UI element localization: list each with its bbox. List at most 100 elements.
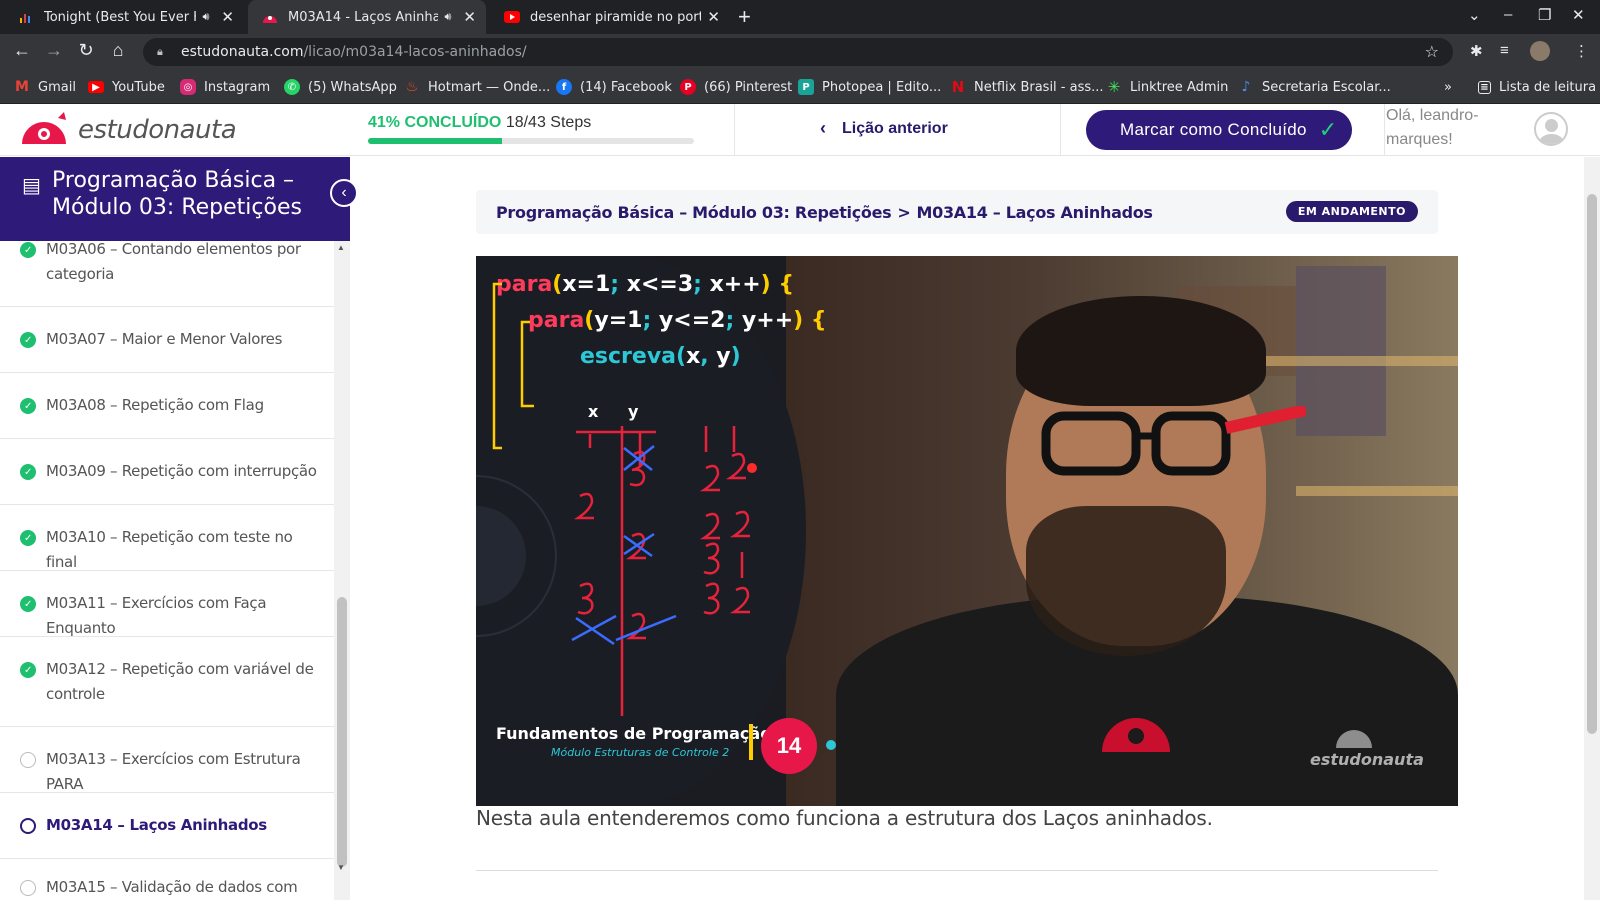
close-window-button[interactable]: ✕ (1572, 6, 1585, 24)
breadcrumb-course-link[interactable]: Programação Básica – Módulo 03: Repetiçõ… (496, 203, 892, 222)
code-token: { (770, 272, 795, 297)
breadcrumb-lesson-link[interactable]: M03A14 – Laços Aninhados (917, 203, 1153, 222)
close-tab-icon[interactable]: ✕ (221, 8, 234, 26)
scroll-up-arrow-icon[interactable]: ▲ (337, 243, 345, 252)
code-token: ( (552, 272, 563, 297)
bookmark-youtube[interactable]: ▶ YouTube (88, 70, 165, 104)
code-token: ; (693, 272, 702, 297)
lesson-item-m03a15[interactable]: M03A15 – Validação de dados com Laço (0, 859, 334, 900)
presenter-glasses (1041, 406, 1306, 476)
bookmarks-overflow-button[interactable]: » (1444, 70, 1452, 104)
bookmark-instagram[interactable]: ◎ Instagram (180, 70, 270, 104)
hotmart-icon: ♨ (405, 79, 419, 95)
lesson-item-m03a12[interactable]: ✓ M03A12 – Repetição com variável de con… (0, 637, 334, 727)
bookmark-facebook[interactable]: f (14) Facebook (556, 70, 672, 104)
logo-text: estudonauta (78, 115, 237, 145)
bookmark-hotmart[interactable]: ♨ Hotmart — Onde... (404, 70, 551, 104)
back-icon[interactable]: ← (10, 40, 34, 61)
collapse-sidebar-button[interactable]: ‹ (330, 179, 358, 207)
completed-check-icon: ✓ (20, 398, 36, 414)
browser-tab-youtube[interactable]: desenhar piramide no portug ✕ (490, 0, 730, 34)
media-control-icon[interactable]: ≡ (1500, 42, 1509, 59)
home-icon[interactable]: ⌂ (106, 40, 130, 61)
code-token: ) (793, 308, 804, 333)
browser-tab-music[interactable]: Tonight (Best You Ever Had 🔊︎ ✕ (4, 0, 244, 34)
forward-icon[interactable]: → (42, 40, 66, 61)
lesson-item-m03a10[interactable]: ✓ M03A10 – Repetição com teste no final (0, 505, 334, 571)
progress-bar (368, 138, 694, 144)
profile-avatar-icon[interactable] (1530, 41, 1550, 61)
close-tab-icon[interactable]: ✕ (463, 8, 476, 26)
watermark-logo-icon (1336, 730, 1372, 748)
reading-list-button[interactable]: ≡ Lista de leitura (1478, 70, 1596, 104)
lesson-item-m03a06[interactable]: ✓ M03A06 – Contando elementos por catego… (0, 241, 334, 307)
lesson-item-m03a14[interactable]: M03A14 – Laços Aninhados (0, 793, 334, 859)
music-bars-icon (18, 9, 34, 25)
speaker-icon[interactable]: 🔊︎ (202, 10, 209, 24)
code-token: ; (610, 272, 620, 297)
lesson-item-m03a07[interactable]: ✓ M03A07 – Maior e Menor Valores (0, 307, 334, 373)
sidebar-course-title: Programação Básica – Módulo 03: Repetiçõ… (52, 168, 302, 220)
presenter-beard (1026, 506, 1226, 656)
code-token: ) (730, 344, 741, 369)
bookmark-star-icon[interactable]: ☆ (1425, 42, 1439, 61)
code-token: x<=3 (619, 272, 694, 297)
code-token: x++ (701, 272, 761, 297)
lesson-description: Nesta aula entenderemos como funciona a … (476, 806, 1213, 830)
lesson-item-m03a09[interactable]: ✓ M03A09 – Repetição com interrupção (0, 439, 334, 505)
extensions-icon[interactable]: ✱ (1470, 42, 1483, 60)
address-bar[interactable]: 🔒︎ estudonauta.com/licao/m03a14-lacos-an… (143, 38, 1453, 66)
lesson-item-m03a11[interactable]: ✓ M03A11 – Exercícios com Faça Enquanto (0, 571, 334, 637)
incomplete-circle-icon (20, 752, 36, 768)
bookmark-pinterest[interactable]: P (66) Pinterest (680, 70, 792, 104)
video-watermark: estudonauta (1310, 728, 1424, 769)
completed-check-icon: ✓ (20, 464, 36, 480)
close-tab-icon[interactable]: ✕ (707, 8, 720, 26)
bookmark-whatsapp[interactable]: ✆ (5) WhatsApp (284, 70, 397, 104)
speaker-icon[interactable]: 🔊︎ (444, 10, 451, 24)
completed-check-icon: ✓ (20, 662, 36, 678)
mark-complete-button[interactable]: Marcar como Concluído ✓ (1086, 110, 1352, 150)
episode-number-badge: 14 (761, 718, 817, 774)
bookmark-netflix[interactable]: N Netflix Brasil - ass... (950, 70, 1104, 104)
instagram-icon: ◎ (180, 79, 196, 95)
new-tab-button[interactable]: + (738, 4, 751, 30)
tab-search-icon[interactable]: ⌄ (1468, 6, 1481, 24)
code-token: y (708, 344, 731, 369)
scroll-down-arrow-icon[interactable]: ▼ (337, 863, 345, 872)
chevron-left-icon: ‹ (820, 118, 826, 138)
reload-icon[interactable]: ↻ (74, 40, 98, 61)
browser-tab-active[interactable]: M03A14 - Laços Aninhados 🔊︎ ✕ (248, 0, 486, 34)
bookmarks-bar: M Gmail ▶ YouTube ◎ Instagram ✆ (5) WhatsApp… (0, 70, 1600, 104)
progress-steps: 18/43 Steps (505, 114, 592, 131)
bookmark-photopea[interactable]: P Photopea | Edito... (798, 70, 941, 104)
page-scroll-thumb[interactable] (1587, 194, 1597, 734)
lesson-item-m03a08[interactable]: ✓ M03A08 – Repetição com Flag (0, 373, 334, 439)
code-token: y++ (734, 308, 794, 333)
video-series-title: Fundamentos de Programação (496, 724, 772, 743)
bookmark-linktree[interactable]: ✳ Linktree Admin (1106, 70, 1229, 104)
site-header: estudonauta 41% CONCLUÍDO 18/43 Steps ‹ … (0, 104, 1600, 156)
minimize-button[interactable]: – (1504, 6, 1512, 23)
sidebar-scroll-thumb[interactable] (337, 597, 347, 867)
lesson-item-m03a13[interactable]: M03A13 – Exercícios com Estrutura PARA (0, 727, 334, 793)
estudonauta-logo-icon (22, 112, 66, 144)
lesson-video-player[interactable]: para(x=1; x<=3; x++) { para(y=1; y<=2; y… (476, 256, 1458, 806)
bookmark-secretaria[interactable]: ♪ Secretaria Escolar... (1238, 70, 1391, 104)
previous-lesson-link[interactable]: ‹ Lição anterior (820, 118, 948, 139)
lock-icon[interactable]: 🔒︎ (157, 45, 169, 59)
url-host: estudonauta.com (181, 44, 304, 60)
code-line-print: escreva(x, y) (580, 344, 741, 369)
content-divider (476, 870, 1438, 871)
sidebar-header: ▤ Programação Básica – Módulo 03: Repeti… (0, 157, 350, 241)
bookmark-gmail[interactable]: M Gmail (14, 70, 76, 104)
site-logo[interactable]: estudonauta (18, 110, 237, 150)
incomplete-circle-icon (20, 880, 36, 896)
completed-check-icon: ✓ (20, 530, 36, 546)
user-avatar[interactable] (1534, 112, 1568, 146)
menu-kebab-icon[interactable]: ⋮ (1574, 42, 1589, 60)
gmail-icon: M (15, 79, 29, 95)
browser-tab-strip: Tonight (Best You Ever Had 🔊︎ ✕ M03A14 -… (0, 0, 1600, 34)
restore-button[interactable]: ❐ (1538, 6, 1551, 24)
tab-title: desenhar piramide no portug (530, 9, 702, 25)
